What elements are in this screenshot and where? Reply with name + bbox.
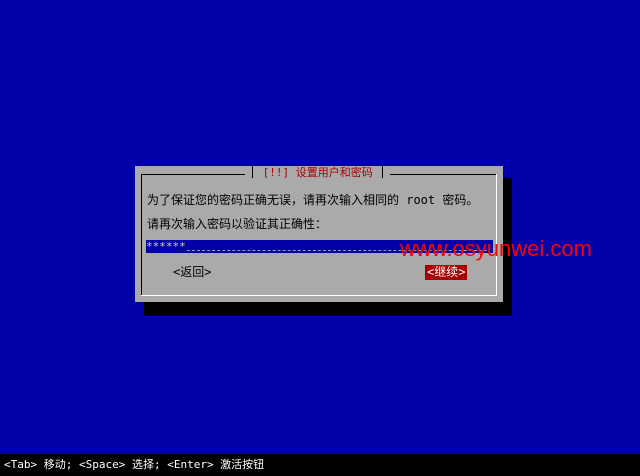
password-value: ****** — [146, 240, 186, 253]
continue-button[interactable]: <继续> — [425, 265, 468, 280]
title-marker: [!!] — [262, 166, 290, 179]
help-statusbar: <Tab> 移动; <Space> 选择; <Enter> 激活按钮 — [0, 454, 640, 476]
back-button[interactable]: <返回> — [173, 265, 211, 280]
frame-highlight-right — [496, 174, 497, 296]
title-right-tick — [382, 166, 384, 178]
frame-highlight-bottom — [141, 295, 497, 296]
password-confirm-dialog: [!!] 设置用户和密码 为了保证您的密码正确无误，请再次输入相同的 root … — [135, 166, 503, 302]
title-left-tick — [252, 166, 253, 178]
title-text: 设置用户和密码 — [295, 166, 373, 179]
dialog-message: 为了保证您的密码正确无误，请再次输入相同的 root 密码。 — [147, 193, 479, 207]
installer-screen: [!!] 设置用户和密码 为了保证您的密码正确无误，请再次输入相同的 root … — [0, 0, 640, 476]
dialog-title: [!!] 设置用户和密码 — [245, 166, 391, 182]
password-prompt: 请再次输入密码以验证其正确性： — [147, 217, 328, 231]
watermark-text: www.osyunwei.com — [400, 236, 592, 261]
